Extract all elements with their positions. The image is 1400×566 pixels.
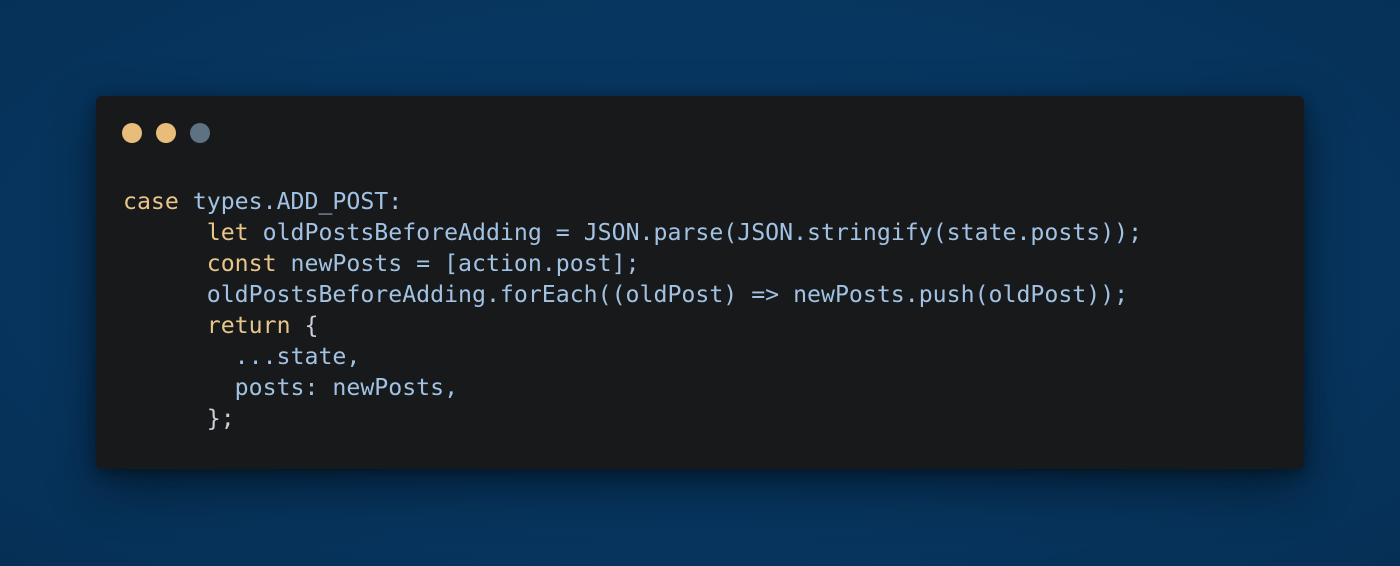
code-token: posts: newPosts, [123, 374, 459, 401]
code-line: }; [123, 403, 1142, 434]
code-line: posts: newPosts, [123, 372, 1142, 403]
code-token: ...state, [123, 343, 361, 370]
code-line: const newPosts = [action.post]; [123, 248, 1142, 279]
code-token: types.ADD_POST: [178, 188, 403, 215]
maximize-dot-icon[interactable] [190, 123, 210, 143]
keyword-token: const [206, 250, 277, 277]
code-line: return { [123, 310, 1142, 341]
code-token: oldPostsBeforeAdding.forEach((oldPost) =… [123, 281, 1129, 308]
code-window: case types.ADD_POST: let oldPostsBeforeA… [96, 96, 1304, 469]
code-line: ...state, [123, 341, 1142, 372]
code-line: oldPostsBeforeAdding.forEach((oldPost) =… [123, 279, 1142, 310]
code-token: oldPostsBeforeAdding = JSON.parse(JSON.s… [248, 219, 1143, 246]
keyword-token: return [206, 312, 291, 339]
code-line: let oldPostsBeforeAdding = JSON.parse(JS… [123, 217, 1142, 248]
code-token: newPosts = [action.post]; [276, 250, 640, 277]
close-dot-icon[interactable] [122, 123, 142, 143]
keyword-token: let [206, 219, 249, 246]
minimize-dot-icon[interactable] [156, 123, 176, 143]
keyword-token: case [123, 188, 179, 215]
code-token: { [290, 312, 319, 339]
code-token: }; [123, 405, 235, 432]
code-line: case types.ADD_POST: [123, 186, 1142, 217]
code-block: case types.ADD_POST: let oldPostsBeforeA… [123, 186, 1142, 434]
window-controls [122, 123, 210, 143]
